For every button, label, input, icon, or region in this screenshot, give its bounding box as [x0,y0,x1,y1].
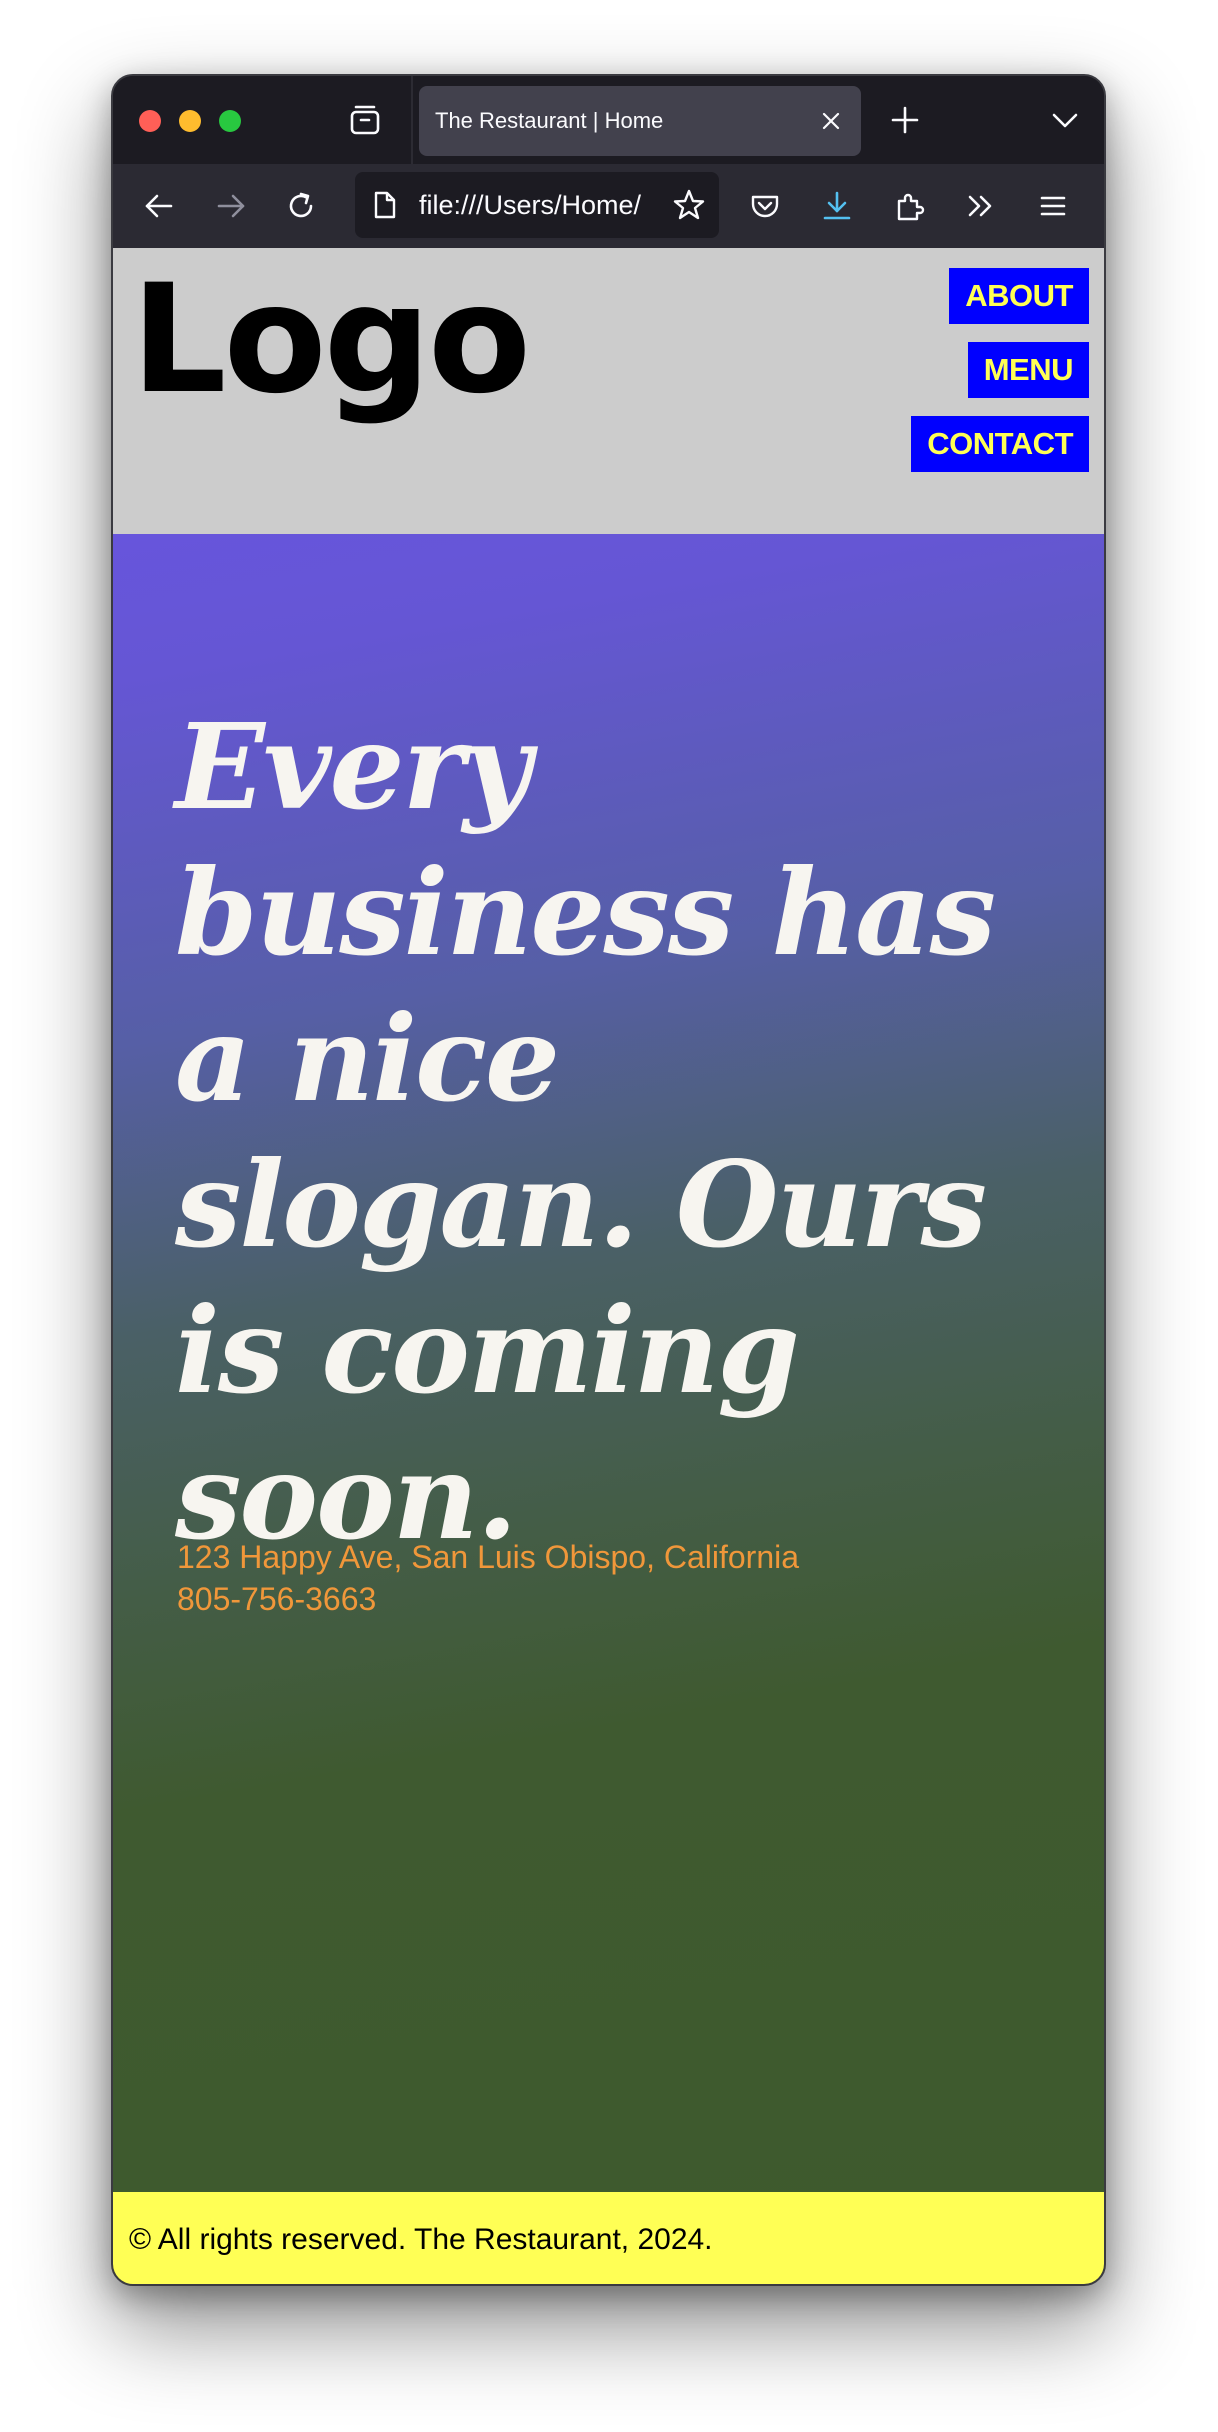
nav-link-about[interactable]: ABOUT [949,268,1089,324]
maximize-window-button[interactable] [219,110,241,132]
site-nav: ABOUT MENU CONTACT [911,268,1089,472]
url-bar[interactable]: file:///Users/Home/ [355,172,719,238]
tab-overview-icon[interactable] [343,98,387,142]
footer-copyright: © All rights reserved. The Restaurant, 2… [129,2223,713,2256]
close-icon[interactable] [813,103,849,139]
hero-section: Every business has a nice slogan. Ours i… [113,534,1104,2192]
pocket-icon[interactable] [741,182,789,230]
close-window-button[interactable] [139,110,161,132]
tab-active[interactable]: The Restaurant | Home [419,86,861,156]
reload-icon[interactable] [277,182,325,230]
arrow-right-icon[interactable] [207,182,255,230]
arrow-left-icon[interactable] [135,182,183,230]
page-viewport: Logo ABOUT MENU CONTACT Every business h… [113,248,1104,2284]
contact-info: 123 Happy Ave, San Luis Obispo, Californ… [177,1536,799,1620]
address-text: 123 Happy Ave, San Luis Obispo, Californ… [177,1539,800,1575]
double-chevron-icon[interactable] [957,182,1005,230]
nav-toolbar: file:///Users/Home/ [113,164,1104,248]
star-icon[interactable] [671,187,707,223]
tab-bar: The Restaurant | Home [113,76,1104,164]
phone-text: 805-756-3663 [177,1581,377,1617]
site-header: Logo ABOUT MENU CONTACT [113,248,1104,534]
minimize-window-button[interactable] [179,110,201,132]
chevron-down-icon[interactable] [1043,98,1087,142]
hamburger-icon[interactable] [1029,182,1077,230]
nav-link-menu[interactable]: MENU [967,342,1089,398]
tab-separator [411,76,413,164]
site-logo[interactable]: Logo [131,258,531,423]
hero-slogan: Every business has a nice slogan. Ours i… [175,697,996,1566]
browser-window: The Restaurant | Home file:///Users/Home… [111,74,1106,2286]
nav-link-contact[interactable]: CONTACT [911,416,1089,472]
site-footer: © All rights reserved. The Restaurant, 2… [113,2192,1104,2284]
page-icon [369,189,401,221]
download-icon[interactable] [813,182,861,230]
url-text[interactable]: file:///Users/Home/ [419,172,659,238]
plus-icon[interactable] [883,98,927,142]
puzzle-icon[interactable] [885,182,933,230]
tab-title: The Restaurant | Home [435,108,664,133]
